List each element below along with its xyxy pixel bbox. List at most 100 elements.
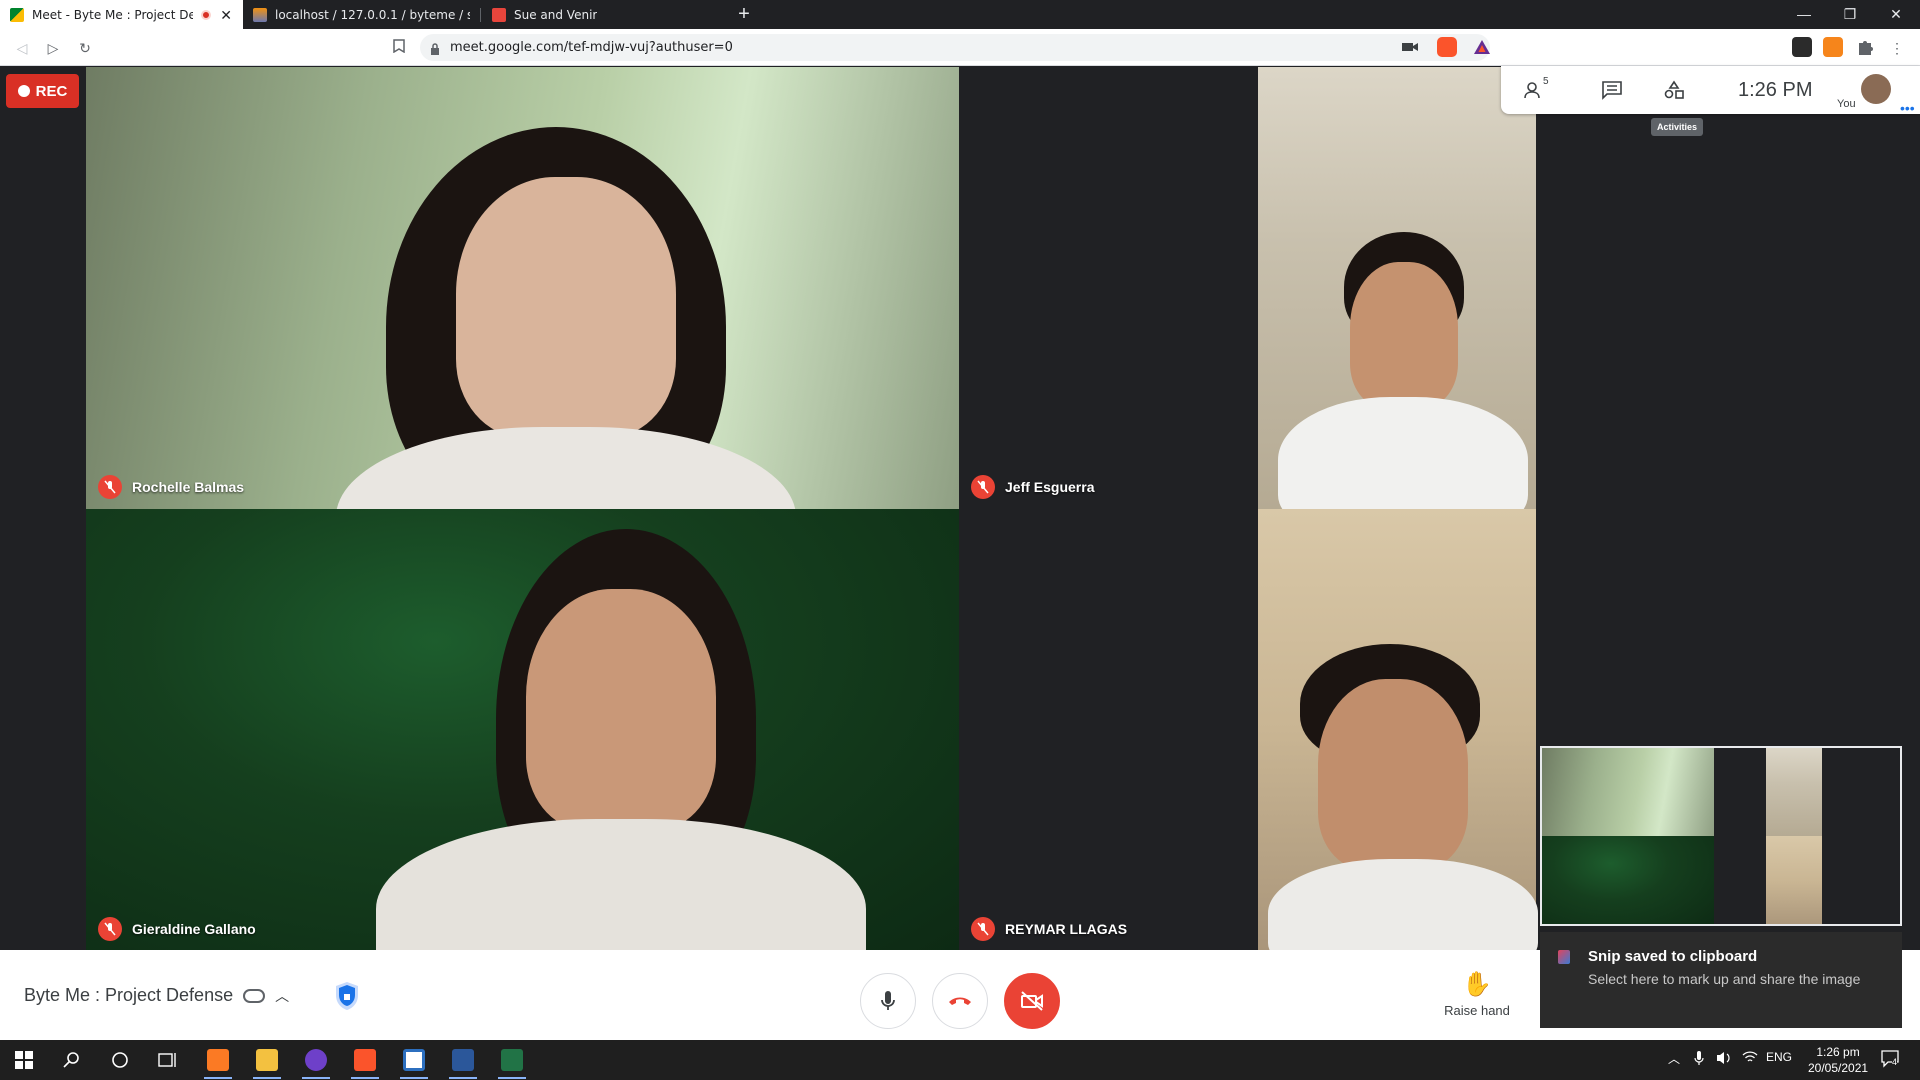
cortana-icon[interactable]: [104, 1044, 136, 1076]
clock-date: 20/05/2021: [1808, 1061, 1869, 1075]
close-window-button[interactable]: ✕: [1873, 0, 1919, 29]
language-indicator[interactable]: ENG: [1766, 1050, 1792, 1064]
toast-body: Select here to mark up and share the ima…: [1588, 971, 1861, 987]
mic-tray-icon[interactable]: [1694, 1050, 1704, 1069]
phpmyadmin-favicon-icon: [253, 7, 267, 22]
recording-indicator-icon: [201, 9, 212, 20]
tab-title: Meet - Byte Me : Project Defe: [32, 7, 194, 22]
video-feed: [526, 589, 716, 829]
participant-count: 5: [1543, 76, 1549, 87]
file-explorer-icon[interactable]: [251, 1044, 283, 1079]
camera-off-button[interactable]: [1004, 973, 1060, 1029]
chevron-up-icon[interactable]: ︿: [275, 986, 289, 1006]
preview-tile: [1714, 748, 1900, 836]
participant-name: Rochelle Balmas: [98, 475, 244, 499]
meeting-details[interactable]: Byte Me : Project Defense ︿: [24, 985, 289, 1006]
record-dot-icon: [17, 85, 30, 97]
github-desktop-icon[interactable]: [300, 1044, 332, 1079]
volume-icon[interactable]: [1716, 1050, 1732, 1069]
tab-localhost[interactable]: localhost / 127.0.0.1 / byteme / store |: [243, 0, 480, 29]
video-feed: [456, 177, 676, 437]
browser-toolbar: ◁ ▷ ↻ meet.google.com/tef-mdjw-vuj?authu…: [0, 29, 1920, 66]
video-feed: [1258, 67, 1536, 509]
screen-share-preview[interactable]: [1540, 746, 1902, 926]
extension-one-icon[interactable]: [1792, 37, 1812, 57]
rec-label: REC: [35, 82, 68, 100]
excel-app-icon[interactable]: [496, 1044, 528, 1079]
word-app-icon[interactable]: [447, 1044, 479, 1079]
lock-icon: [430, 42, 440, 55]
bookmark-icon[interactable]: [388, 37, 410, 59]
activities-icon[interactable]: [1661, 80, 1687, 100]
address-bar[interactable]: meet.google.com/tef-mdjw-vuj?authuser=0: [420, 34, 1490, 61]
action-center-icon[interactable]: 4: [1880, 1048, 1900, 1071]
brave-browser-icon[interactable]: [349, 1044, 381, 1079]
close-tab-icon[interactable]: ✕: [219, 8, 233, 22]
new-tab-button[interactable]: +: [733, 4, 755, 26]
video-feed: [376, 819, 866, 951]
you-label: You: [1837, 98, 1856, 110]
windows-start-icon[interactable]: [8, 1044, 40, 1076]
toast-title: Snip saved to clipboard: [1588, 948, 1758, 965]
preview-tile: [1714, 836, 1900, 924]
participant-name-label: REYMAR LLAGAS: [1005, 921, 1128, 937]
menu-kebab-icon[interactable]: ⋮: [1886, 37, 1908, 59]
more-options-icon[interactable]: •••: [1900, 100, 1915, 116]
mic-off-icon: [98, 475, 122, 499]
hand-icon: ✋: [1462, 971, 1492, 998]
snip-sketch-icon: [1558, 950, 1570, 964]
tab-title: localhost / 127.0.0.1 / byteme / store |: [275, 7, 470, 22]
tab-sue-and-venir[interactable]: Sue and Venir: [482, 0, 719, 29]
metamask-icon[interactable]: [1823, 37, 1843, 57]
participant-tile-rochelle[interactable]: Rochelle Balmas: [86, 67, 959, 509]
host-controls-shield-icon[interactable]: [332, 980, 362, 1012]
people-icon[interactable]: 5: [1523, 76, 1549, 100]
xampp-favicon-icon: [492, 7, 506, 22]
leave-call-button[interactable]: [932, 973, 988, 1029]
clock-time: 1:26 pm: [1816, 1045, 1860, 1059]
video-feed: [1350, 262, 1458, 407]
chevron-up-icon[interactable]: ︿: [1668, 1050, 1680, 1067]
xampp-app-icon[interactable]: [202, 1044, 234, 1079]
preview-tile: [1542, 836, 1714, 924]
preview-tile: [1766, 836, 1822, 924]
mic-off-icon: [971, 917, 995, 941]
camera-icon[interactable]: [1400, 37, 1420, 57]
participant-name: Gieraldine Gallano: [98, 917, 256, 941]
raise-hand-button[interactable]: ✋ Raise hand: [1442, 970, 1512, 1018]
maximize-button[interactable]: ❐: [1827, 0, 1873, 29]
participant-name-label: Rochelle Balmas: [132, 479, 245, 495]
search-icon[interactable]: [56, 1044, 88, 1076]
brave-shields-icon[interactable]: [1437, 37, 1457, 57]
reload-button[interactable]: ↻: [74, 37, 96, 59]
recording-badge: REC: [6, 74, 79, 108]
task-view-icon[interactable]: [152, 1044, 184, 1076]
mic-off-icon: [971, 475, 995, 499]
microphone-button[interactable]: [860, 973, 916, 1029]
tab-separator: [480, 8, 481, 22]
system-clock[interactable]: 1:26 pm 20/05/2021: [1808, 1044, 1868, 1076]
participant-name-label: Jeff Esguerra: [1005, 479, 1095, 495]
snip-toast[interactable]: Snip saved to clipboard Select here to m…: [1540, 932, 1902, 1028]
forward-button[interactable]: ▷: [42, 37, 64, 59]
self-avatar[interactable]: [1861, 74, 1891, 104]
chat-icon[interactable]: [1599, 80, 1625, 100]
brave-rewards-icon[interactable]: [1472, 37, 1492, 57]
notion-app-icon[interactable]: [398, 1044, 430, 1079]
video-feed: [1258, 509, 1538, 951]
tab-title: Sue and Venir: [514, 7, 598, 22]
participant-tile-gieraldine[interactable]: Gieraldine Gallano: [86, 509, 959, 951]
notification-count: 4: [1892, 1057, 1898, 1067]
wifi-icon[interactable]: [1742, 1050, 1758, 1067]
raise-hand-label: Raise hand: [1444, 1003, 1510, 1018]
participant-tile-jeff[interactable]: Jeff Esguerra: [959, 67, 1835, 509]
preview-tile: [1542, 748, 1714, 836]
meet-favicon-icon: [10, 7, 24, 22]
url-text: meet.google.com/tef-mdjw-vuj?authuser=0: [450, 40, 733, 55]
preview-tile: [1766, 748, 1822, 836]
activities-tooltip: Activities: [1651, 118, 1704, 136]
back-button[interactable]: ◁: [11, 37, 33, 59]
tab-meet[interactable]: Meet - Byte Me : Project Defe ✕: [0, 0, 243, 29]
minimize-button[interactable]: —: [1781, 0, 1827, 29]
extensions-puzzle-icon[interactable]: [1855, 37, 1875, 57]
